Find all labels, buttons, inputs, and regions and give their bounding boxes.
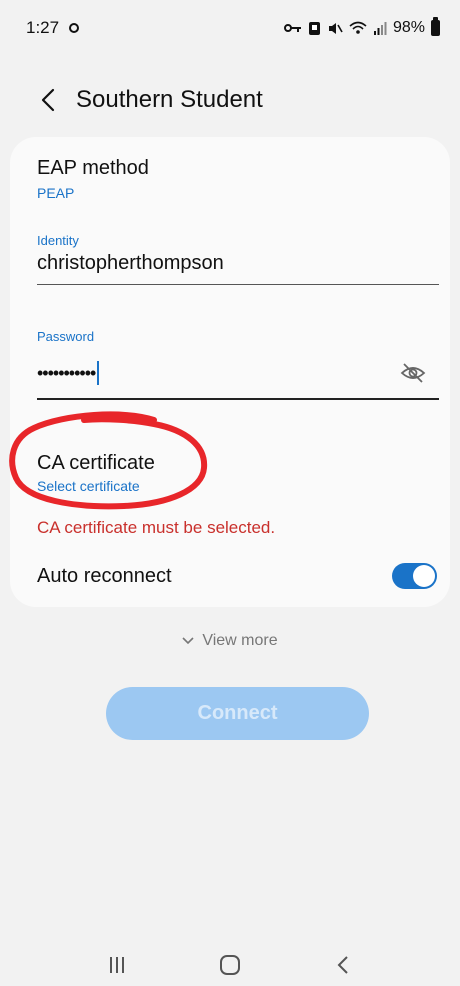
identity-label: Identity	[37, 233, 79, 248]
nav-bar	[0, 945, 460, 985]
chevron-left-icon	[41, 88, 55, 112]
ca-certificate-value: Select certificate	[37, 478, 140, 494]
back-button[interactable]	[36, 84, 60, 116]
ca-certificate-label: CA certificate	[37, 452, 155, 474]
password-label: Password	[37, 329, 95, 344]
eap-method-value: PEAP	[37, 185, 75, 201]
battery-icon	[431, 17, 440, 36]
password-field[interactable]: Password •••••••••••	[37, 329, 439, 400]
header: Southern Student	[0, 78, 460, 122]
auto-reconnect-label: Auto reconnect	[37, 564, 172, 587]
status-right: 98%	[283, 17, 440, 37]
toggle-password-visibility-button[interactable]	[399, 359, 427, 387]
screen: 1:27 98% Southern Student EAP method PEA…	[0, 0, 460, 986]
ca-certificate-error: CA certificate must be selected.	[37, 518, 276, 537]
notification-dot-icon	[69, 23, 80, 33]
text-caret	[97, 361, 100, 385]
signal-icon	[373, 22, 387, 35]
view-more-button[interactable]: View more	[0, 632, 460, 650]
eap-method-label: EAP method	[37, 157, 149, 179]
view-more-label: View more	[202, 632, 278, 649]
connect-button[interactable]: Connect	[106, 687, 369, 740]
auto-reconnect-row[interactable]: Auto reconnect	[37, 560, 437, 592]
password-underline	[37, 398, 439, 400]
network-settings-card: EAP method PEAP Identity christopherthom…	[10, 137, 450, 607]
nfc-icon	[308, 21, 320, 35]
password-row: •••••••••••	[37, 360, 439, 386]
home-button[interactable]	[210, 950, 250, 980]
status-bar: 1:27 98%	[0, 0, 460, 56]
eye-off-icon	[400, 363, 426, 383]
identity-field[interactable]: Identity christopherthompson	[37, 233, 439, 285]
auto-reconnect-toggle[interactable]	[392, 563, 437, 589]
recents-button[interactable]	[97, 950, 137, 980]
page-title: Southern Student	[76, 86, 263, 113]
status-time: 1:27	[26, 18, 60, 37]
nav-back-button[interactable]	[323, 950, 363, 980]
mute-icon	[328, 22, 343, 34]
wifi-icon	[349, 21, 367, 34]
identity-underline	[37, 284, 439, 285]
toggle-knob	[413, 565, 435, 587]
back-icon	[337, 956, 349, 974]
ca-certificate-field[interactable]: CA certificate Select certificate	[37, 452, 155, 494]
password-input[interactable]: •••••••••••	[37, 363, 96, 384]
status-left: 1:27	[26, 18, 80, 38]
chevron-down-icon	[182, 637, 194, 645]
eap-method-field[interactable]: EAP method PEAP	[37, 157, 149, 201]
password-input-wrap: •••••••••••	[37, 361, 100, 385]
home-icon	[219, 955, 240, 975]
key-icon	[283, 24, 301, 32]
battery-percent: 98%	[392, 19, 425, 36]
recents-icon	[109, 957, 124, 973]
identity-input[interactable]: christopherthompson	[37, 252, 439, 275]
